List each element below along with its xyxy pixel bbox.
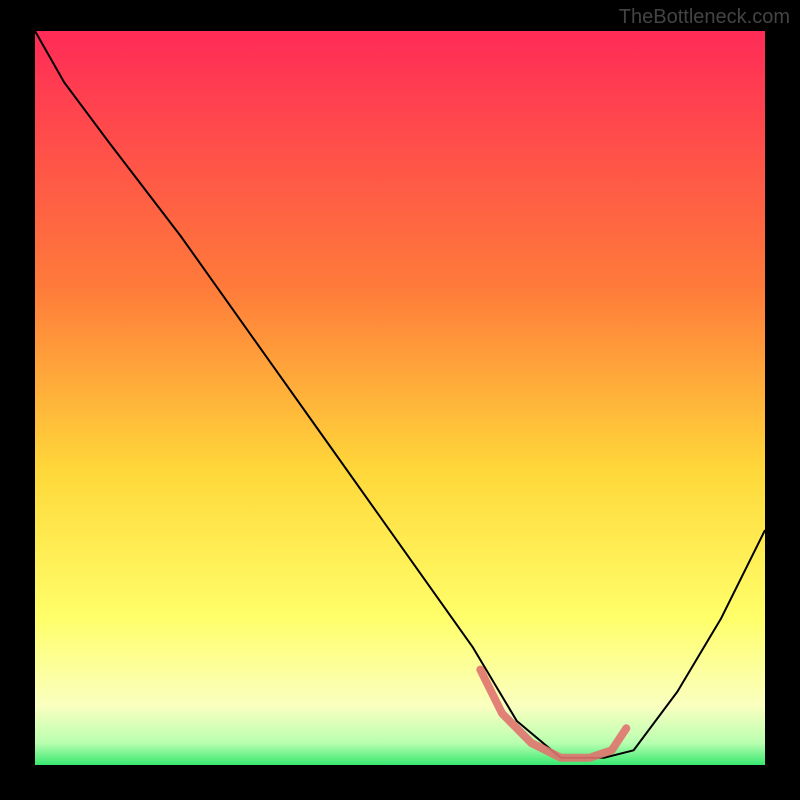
watermark-label: TheBottleneck.com bbox=[619, 6, 790, 29]
chart-root: TheBottleneck.com bbox=[0, 0, 800, 800]
chart-svg bbox=[0, 0, 800, 800]
plot-panel bbox=[35, 31, 765, 765]
